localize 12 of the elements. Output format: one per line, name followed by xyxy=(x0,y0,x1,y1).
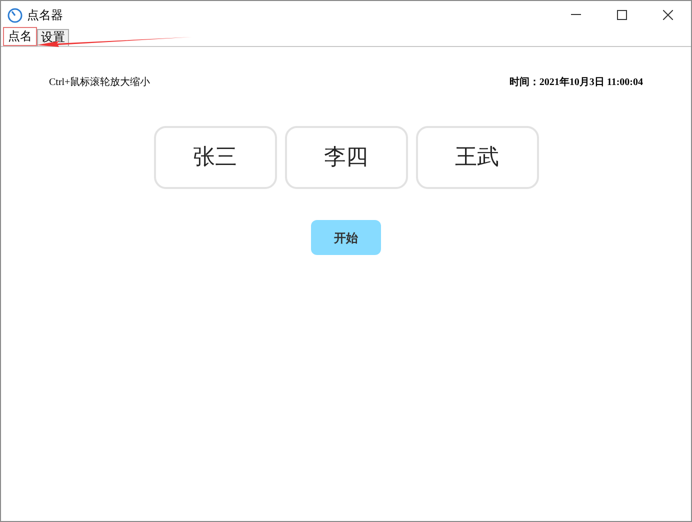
minimize-icon xyxy=(571,14,581,15)
name-card: 王武 xyxy=(416,126,538,189)
time-label: 时间：2021年10月3日 11:00:04 xyxy=(509,76,643,90)
maximize-icon xyxy=(617,10,627,20)
name-card: 张三 xyxy=(154,126,276,189)
timer-icon xyxy=(7,6,23,22)
start-button[interactable]: 开始 xyxy=(311,220,381,255)
close-icon xyxy=(663,10,673,20)
window-title: 点名器 xyxy=(27,6,63,24)
tab[interactable]: 点名 xyxy=(3,27,37,46)
name-card: 李四 xyxy=(284,126,408,189)
zoom-hint: Ctrl+鼠标滚轮放大缩小 xyxy=(49,76,150,90)
